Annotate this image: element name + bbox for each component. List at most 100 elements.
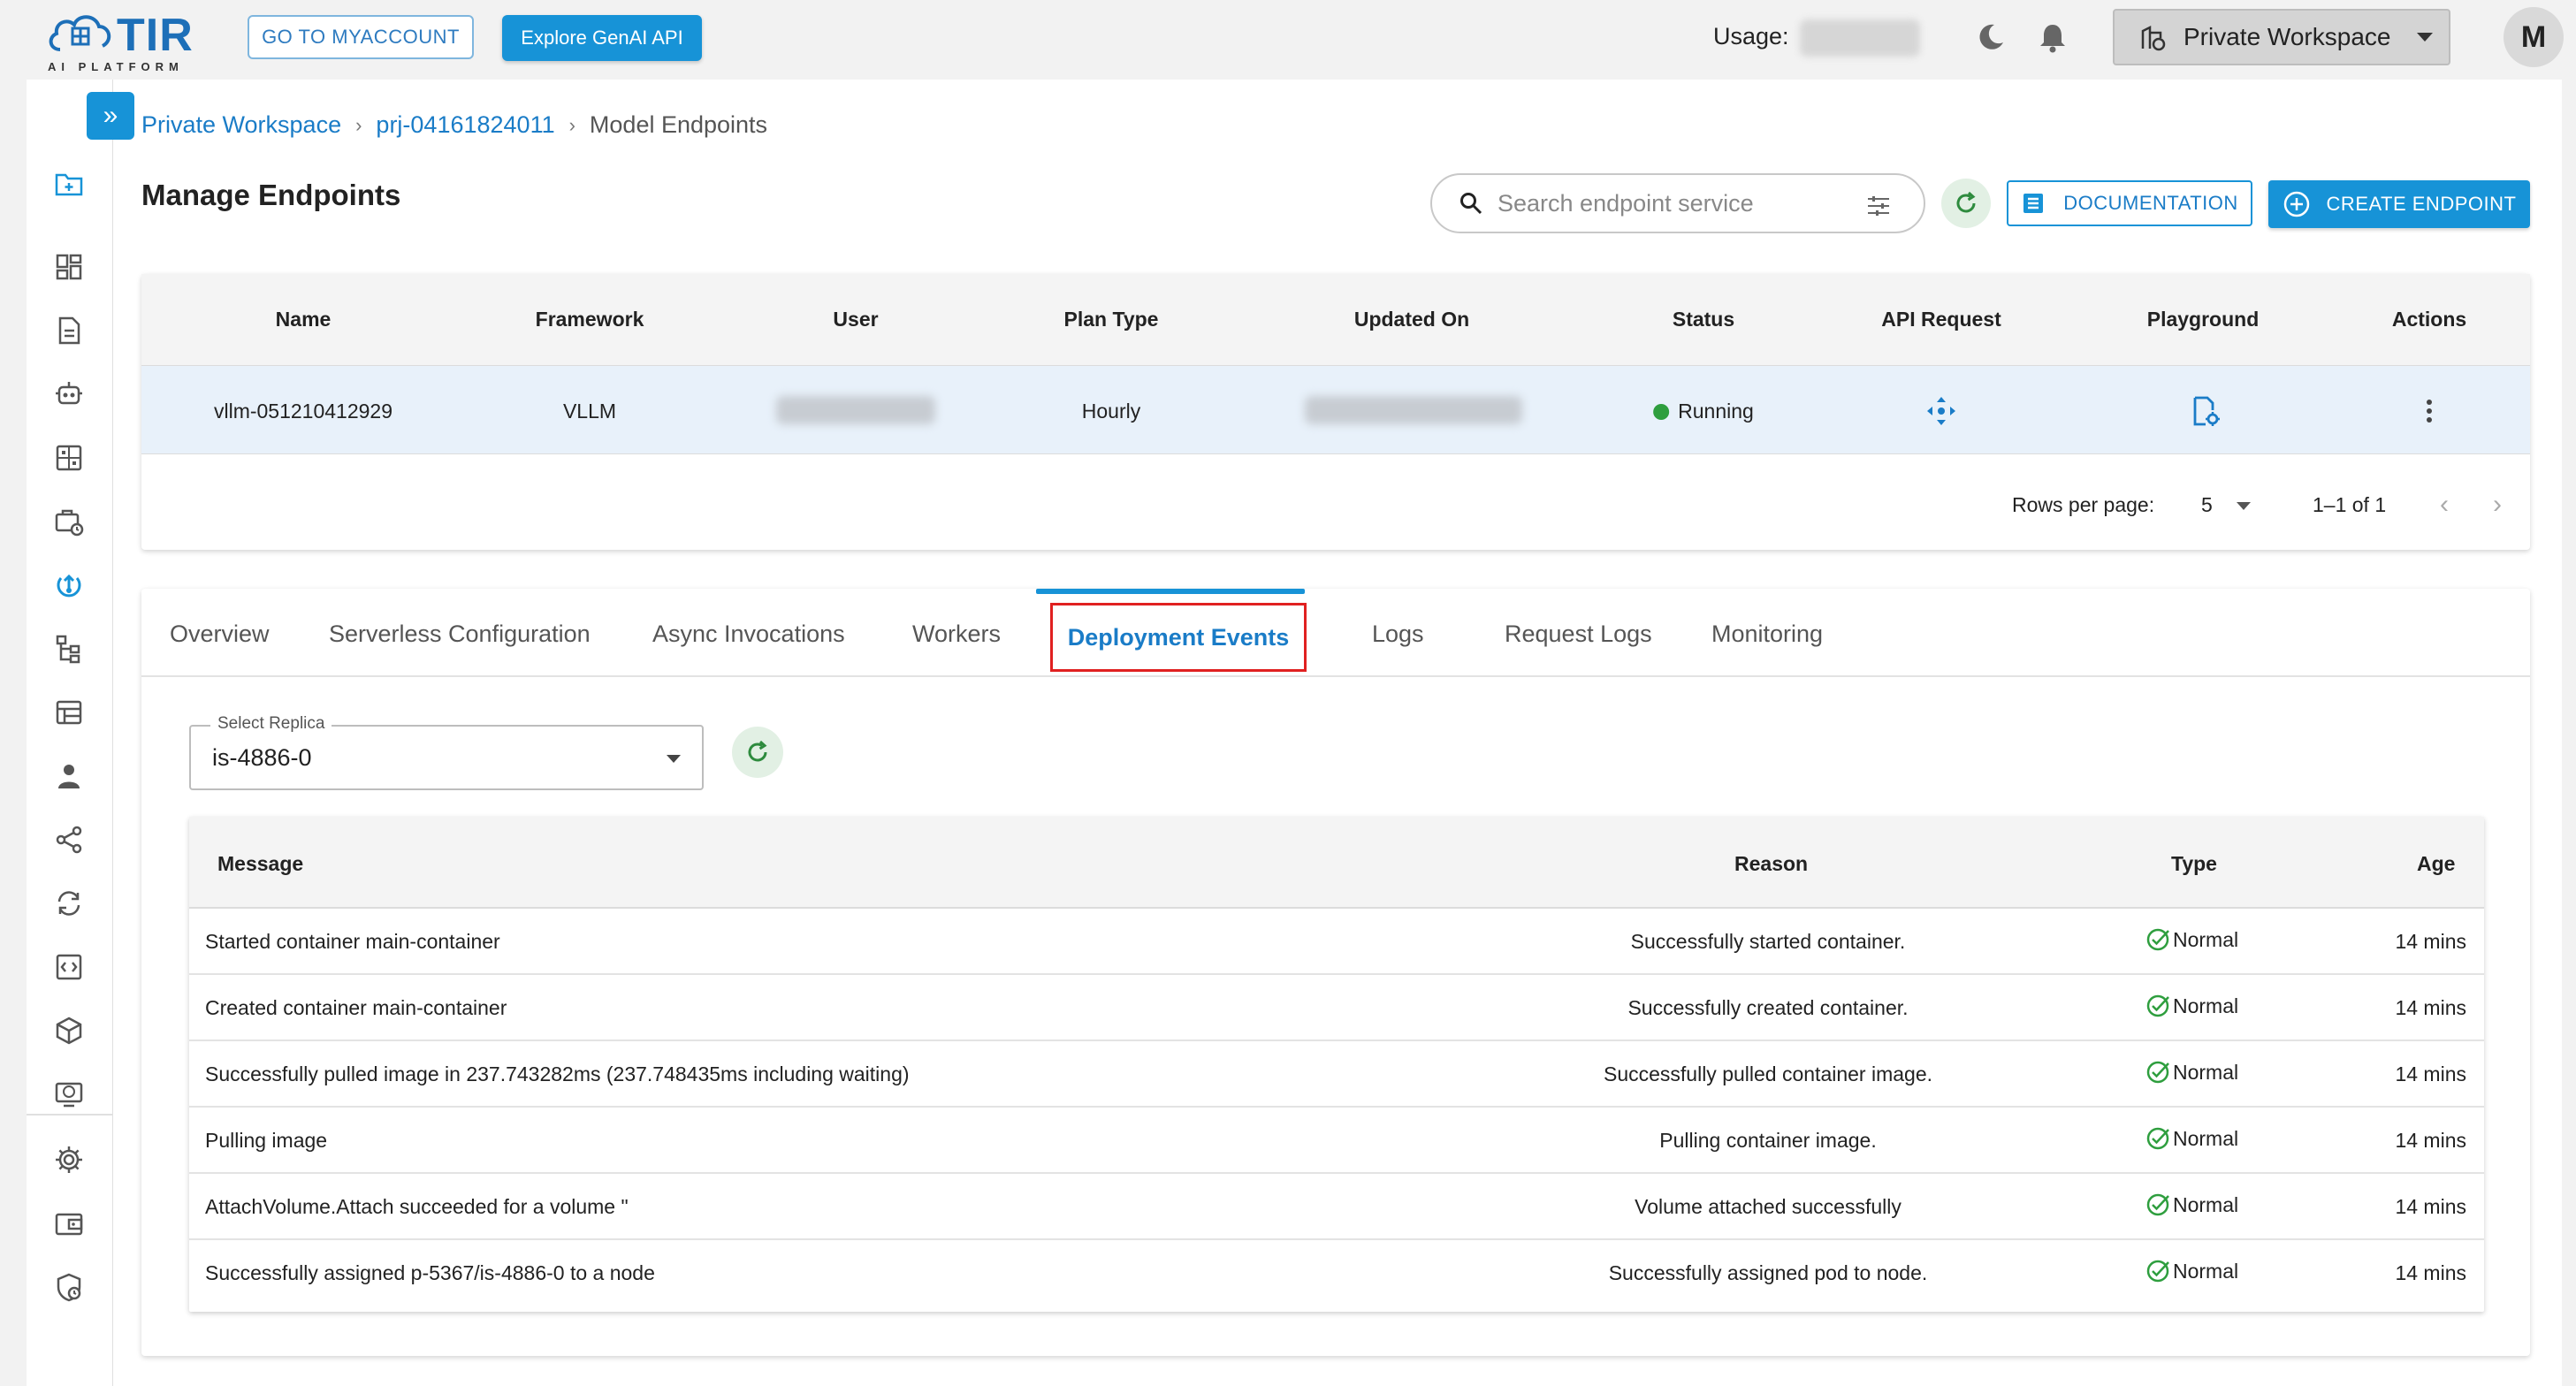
table-header: Message Reason Type Age xyxy=(189,817,2484,909)
gear-icon xyxy=(56,1146,82,1173)
event-age: 14 mins xyxy=(2395,1195,2466,1218)
sidebar-item-users[interactable] xyxy=(50,757,88,796)
event-message: Created container main-container xyxy=(205,996,507,1019)
tab-monitoring[interactable]: Monitoring xyxy=(1711,621,1823,648)
tab-request-logs[interactable]: Request Logs xyxy=(1505,621,1652,648)
endpoint-plan-type: Hourly xyxy=(1081,400,1141,423)
api-request-icon[interactable] xyxy=(1924,394,1958,428)
breadcrumb-current: Model Endpoints xyxy=(589,111,768,138)
endpoint-user-redacted xyxy=(776,396,935,424)
double-chevron-right-icon: » xyxy=(103,101,118,130)
column-header-user[interactable]: User xyxy=(833,308,878,331)
tab-overview[interactable]: Overview xyxy=(170,621,270,648)
endpoint-detail-panel: Overview Serverless Configuration Async … xyxy=(141,589,2530,1356)
event-reason: Volume attached successfully xyxy=(1635,1195,1902,1218)
search-icon xyxy=(1460,193,1482,215)
select-replica-label: Select Replica xyxy=(210,714,332,734)
sidebar-item-integrations[interactable] xyxy=(50,820,88,859)
tab-async-invocations[interactable]: Async Invocations xyxy=(652,621,845,648)
next-page-icon[interactable]: › xyxy=(2493,490,2502,520)
go-to-myaccount-button[interactable]: GO TO MYACCOUNT xyxy=(248,15,474,59)
user-avatar[interactable]: M xyxy=(2504,7,2564,67)
refresh-icon xyxy=(1956,191,1976,213)
column-header-status[interactable]: Status xyxy=(1673,308,1734,331)
create-endpoint-button[interactable]: CREATE ENDPOINT xyxy=(2268,180,2530,228)
workspace-selector[interactable]: Private Workspace xyxy=(2113,9,2450,65)
expand-sidebar-button[interactable]: » xyxy=(87,92,134,140)
tab-deployment-events[interactable]: Deployment Events xyxy=(1050,603,1307,672)
search-placeholder: Search endpoint service xyxy=(1498,189,1754,217)
event-age: 14 mins xyxy=(2395,1062,2466,1085)
table-header: Name Framework User Plan Type Updated On… xyxy=(141,274,2530,366)
select-replica-dropdown[interactable]: Select Replica is-4886-0 xyxy=(189,714,704,790)
chevron-down-icon xyxy=(2417,33,2434,42)
robot-icon xyxy=(56,382,82,405)
filter-sliders-icon[interactable] xyxy=(1865,193,1892,219)
breadcrumb-separator: › xyxy=(355,113,362,136)
column-header-plan-type[interactable]: Plan Type xyxy=(1064,308,1159,331)
person-icon xyxy=(58,765,80,788)
tab-workers[interactable]: Workers xyxy=(912,621,1001,648)
sidebar-item-dashboard[interactable] xyxy=(50,248,88,286)
sidebar-item-wallet[interactable] xyxy=(50,1204,88,1243)
event-reason: Pulling container image. xyxy=(1659,1129,1877,1152)
code-box-icon xyxy=(56,954,82,980)
event-type-label: Normal xyxy=(2173,994,2239,1017)
refresh-endpoints-button[interactable] xyxy=(1941,179,1991,228)
dark-mode-icon[interactable] xyxy=(1973,19,2008,55)
endpoint-name[interactable]: vllm-051210412929 xyxy=(214,400,392,423)
sidebar-item-projects[interactable] xyxy=(50,164,88,203)
endpoints-table: Name Framework User Plan Type Updated On… xyxy=(141,274,2530,550)
notification-bell-icon[interactable] xyxy=(2035,19,2070,55)
event-reason: Successfully created container. xyxy=(1627,996,1909,1019)
documentation-label: DOCUMENTATION xyxy=(2063,192,2238,214)
event-age: 14 mins xyxy=(2395,1261,2466,1284)
breadcrumb-workspace[interactable]: Private Workspace xyxy=(141,111,341,139)
column-header-updated-on[interactable]: Updated On xyxy=(1354,308,1469,331)
table-pagination: Rows per page: 5 1–1 of 1 ‹ › xyxy=(141,454,2530,550)
event-type-label: Normal xyxy=(2173,1259,2239,1283)
sidebar-item-ip[interactable] xyxy=(50,1075,88,1114)
sidebar-item-settings[interactable] xyxy=(50,1140,88,1179)
check-circle-icon xyxy=(2146,994,2169,1017)
search-input[interactable]: Search endpoint service xyxy=(1430,173,1925,233)
table-row[interactable]: vllm-051210412929 VLLM Hourly Running xyxy=(141,366,2530,454)
documentation-button[interactable]: DOCUMENTATION xyxy=(2007,180,2252,226)
sidebar-item-training[interactable] xyxy=(50,502,88,541)
refresh-events-button[interactable] xyxy=(732,727,783,778)
column-header-framework[interactable]: Framework xyxy=(536,308,644,331)
tab-serverless-configuration[interactable]: Serverless Configuration xyxy=(329,621,591,648)
breadcrumb-separator: › xyxy=(568,113,575,136)
sidebar-item-apps[interactable] xyxy=(50,438,88,477)
rows-per-page-select[interactable]: 5 xyxy=(2201,493,2213,517)
sidebar-item-security[interactable] xyxy=(50,1268,88,1306)
sidebar-item-agents[interactable] xyxy=(50,375,88,414)
sidebar-item-inference[interactable] xyxy=(50,566,88,605)
sidebar-item-sync[interactable] xyxy=(50,884,88,923)
previous-page-icon[interactable]: ‹ xyxy=(2440,490,2449,520)
event-type-label: Normal xyxy=(2173,1126,2239,1150)
column-header-type: Type xyxy=(2171,852,2217,875)
sync-icon xyxy=(57,891,80,916)
workspace-icon xyxy=(2141,25,2166,51)
tir-logo[interactable]: TIR AI PLATFORM xyxy=(44,7,212,73)
column-header-message: Message xyxy=(217,852,304,875)
column-header-name[interactable]: Name xyxy=(276,308,332,331)
sidebar-item-pipelines[interactable] xyxy=(50,629,88,668)
chevron-down-icon[interactable] xyxy=(2237,502,2251,510)
event-message: Successfully pulled image in 237.743282m… xyxy=(205,1062,910,1085)
sidebar-item-datasets[interactable] xyxy=(50,693,88,732)
breadcrumb-project[interactable]: prj-04161824011 xyxy=(376,111,554,139)
playground-icon[interactable] xyxy=(2188,394,2222,428)
sidebar-item-code[interactable] xyxy=(50,948,88,986)
column-header-age: Age xyxy=(2417,852,2456,875)
sidebar-item-models[interactable] xyxy=(50,1011,88,1050)
event-type: Normal xyxy=(2145,926,2238,953)
select-replica-value: is-4886-0 xyxy=(212,744,312,771)
check-circle-icon xyxy=(2146,928,2169,951)
sidebar-item-notebooks[interactable] xyxy=(50,311,88,350)
event-message: Started container main-container xyxy=(205,930,500,953)
tab-logs[interactable]: Logs xyxy=(1372,621,1424,648)
explore-genai-api-button[interactable]: Explore GenAI API xyxy=(502,15,702,61)
more-vertical-icon[interactable] xyxy=(2420,394,2438,428)
